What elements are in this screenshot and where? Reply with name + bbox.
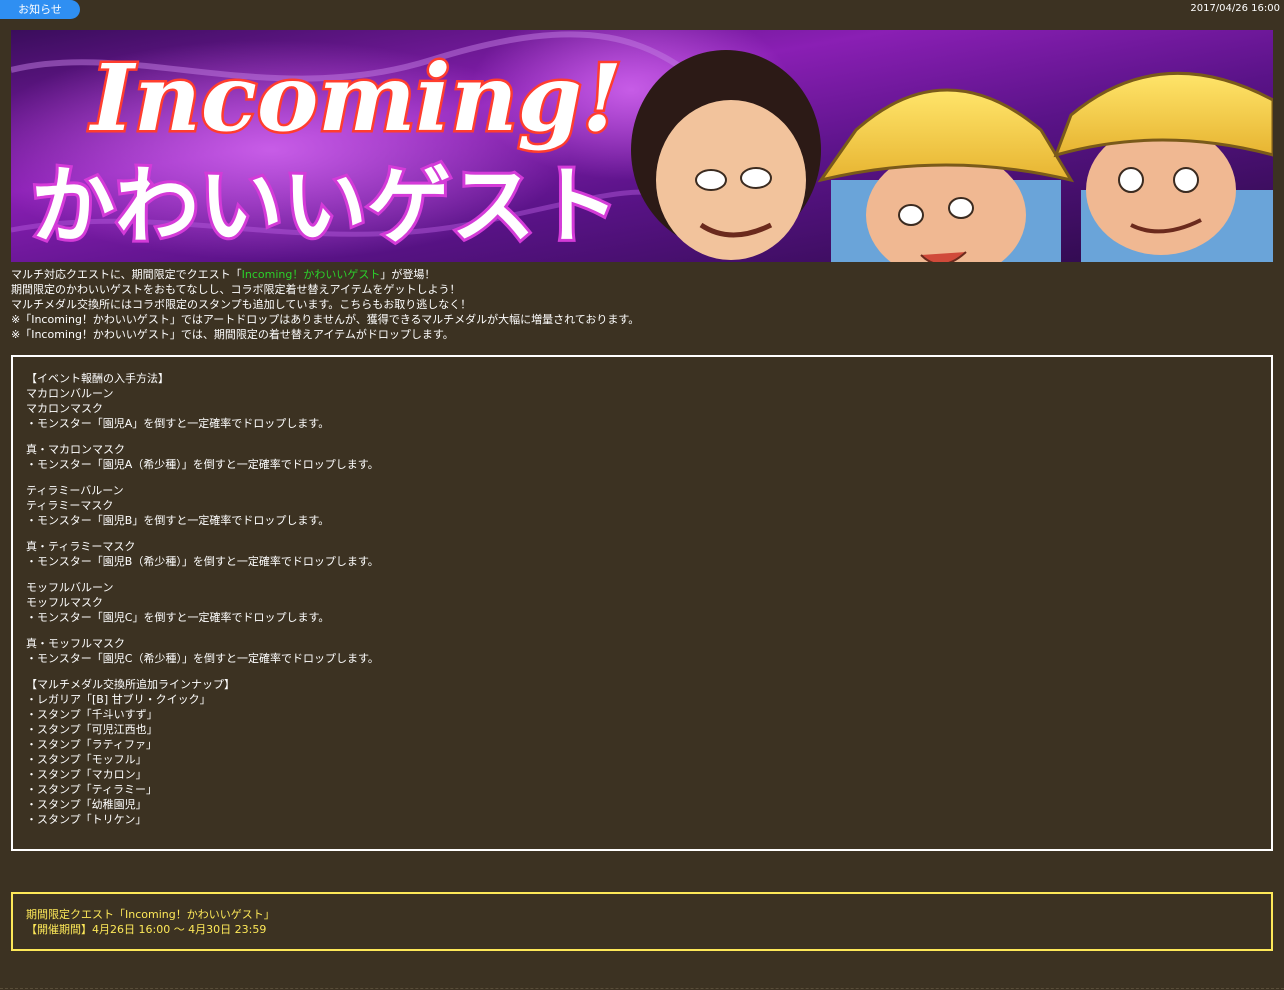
lineup-item: ・スタンプ「ラティファ」: [26, 738, 158, 751]
reward-item: モッフルマスク: [26, 596, 103, 609]
lineup-item: ・スタンプ「マカロン」: [26, 768, 147, 781]
reward-drop-info: ・モンスター「園児A（希少種）」を倒すと一定確率でドロップします。: [26, 458, 379, 471]
reward-group-moffle: モッフルバルーン モッフルマスク ・モンスター「園児C」を倒すと一定確率でドロッ…: [26, 580, 379, 625]
lineup-item: ・スタンプ「ティラミー」: [26, 783, 158, 796]
rewards-box: 【イベント報酬の入手方法】 マカロンバルーン マカロンマスク ・モンスター「園児…: [11, 355, 1273, 851]
event-banner: Incoming! かわいいゲスト: [11, 30, 1273, 262]
reward-group-macaron: 【イベント報酬の入手方法】 マカロンバルーン マカロンマスク ・モンスター「園児…: [26, 371, 379, 431]
medal-exchange-lineup: 【マルチメダル交換所追加ラインナップ】 ・レガリア「[B] 甘ブリ・クイック」 …: [26, 677, 379, 827]
reward-drop-info: ・モンスター「園児B（希少種）」を倒すと一定確率でドロップします。: [26, 555, 379, 568]
reward-group-tiramii: ティラミーバルーン ティラミーマスク ・モンスター「園児B」を倒すと一定確率でド…: [26, 483, 379, 528]
intro-line-5: ※「Incoming！かわいいゲスト」では、期間限定の着せ替えアイテムがドロップ…: [11, 328, 454, 341]
intro-line-2: 期間限定のかわいいゲストをおもてなしし、コラボ限定着せ替えアイテムをゲットしよう…: [11, 283, 461, 296]
reward-drop-info: ・モンスター「園児C（希少種）」を倒すと一定確率でドロップします。: [26, 652, 379, 665]
lineup-item: ・スタンプ「千斗いすず」: [26, 708, 158, 721]
reward-item: モッフルバルーン: [26, 581, 114, 594]
reward-drop-info: ・モンスター「園児A」を倒すと一定確率でドロップします。: [26, 417, 330, 430]
period-dates: 【開催期間】4月26日 16:00 ～ 4月30日 23:59: [26, 923, 267, 936]
notice-tag[interactable]: お知らせ: [0, 0, 80, 19]
rewards-heading: 【イベント報酬の入手方法】: [26, 372, 169, 385]
lineup-item: ・スタンプ「モッフル」: [26, 753, 147, 766]
post-date: 2017/04/26 16:00: [1190, 3, 1280, 14]
quest-name-highlight: Incoming！かわいいゲスト: [241, 268, 381, 281]
banner-title-line2: かわいいゲスト: [31, 157, 619, 255]
reward-item: 真・モッフルマスク: [26, 637, 125, 650]
banner-title-line1: Incoming!: [88, 44, 622, 152]
lineup-item: ・スタンプ「トリケン」: [26, 813, 147, 826]
event-period-box: 期間限定クエスト「Incoming！かわいいゲスト」 【開催期間】4月26日 1…: [11, 892, 1273, 951]
reward-drop-info: ・モンスター「園児C」を倒すと一定確率でドロップします。: [26, 611, 330, 624]
reward-item: ティラミーバルーン: [26, 484, 124, 497]
reward-item: 真・マカロンマスク: [26, 443, 125, 456]
lineup-item: ・スタンプ「可児江西也」: [26, 723, 158, 736]
reward-item: ティラミーマスク: [26, 499, 114, 512]
intro-line-1: マルチ対応クエストに、期間限定でクエスト「Incoming！かわいいゲスト」が登…: [11, 268, 436, 281]
reward-drop-info: ・モンスター「園児B」を倒すと一定確率でドロップします。: [26, 514, 330, 527]
lineup-item: ・レガリア「[B] 甘ブリ・クイック」: [26, 693, 211, 706]
rewards-list: 【イベント報酬の入手方法】 マカロンバルーン マカロンマスク ・モンスター「園児…: [26, 371, 379, 838]
lineup-item: ・スタンプ「幼稚園児」: [26, 798, 147, 811]
reward-item: 真・ティラミーマスク: [26, 540, 136, 553]
intro-line-3: マルチメダル交換所にはコラボ限定のスタンプも追加しています。こちらもお取り逃しな…: [11, 298, 472, 311]
reward-group-moffle-rare: 真・モッフルマスク ・モンスター「園児C（希少種）」を倒すと一定確率でドロップし…: [26, 636, 379, 666]
reward-item: マカロンマスク: [26, 402, 103, 415]
reward-group-tiramii-rare: 真・ティラミーマスク ・モンスター「園児B（希少種）」を倒すと一定確率でドロップ…: [26, 539, 379, 569]
lineup-heading: 【マルチメダル交換所追加ラインナップ】: [26, 678, 235, 691]
top-bar: お知らせ 2017/04/26 16:00: [0, 0, 1284, 20]
intro-line-4: ※「Incoming！かわいいゲスト」ではアートドロップはありませんが、獲得でき…: [11, 313, 640, 326]
intro-text: マルチ対応クエストに、期間限定でクエスト「Incoming！かわいいゲスト」が登…: [11, 267, 1273, 342]
reward-item: マカロンバルーン: [26, 387, 114, 400]
reward-group-macaron-rare: 真・マカロンマスク ・モンスター「園児A（希少種）」を倒すと一定確率でドロップし…: [26, 442, 379, 472]
period-quest-name: 期間限定クエスト「Incoming！かわいいゲスト」: [26, 908, 275, 921]
